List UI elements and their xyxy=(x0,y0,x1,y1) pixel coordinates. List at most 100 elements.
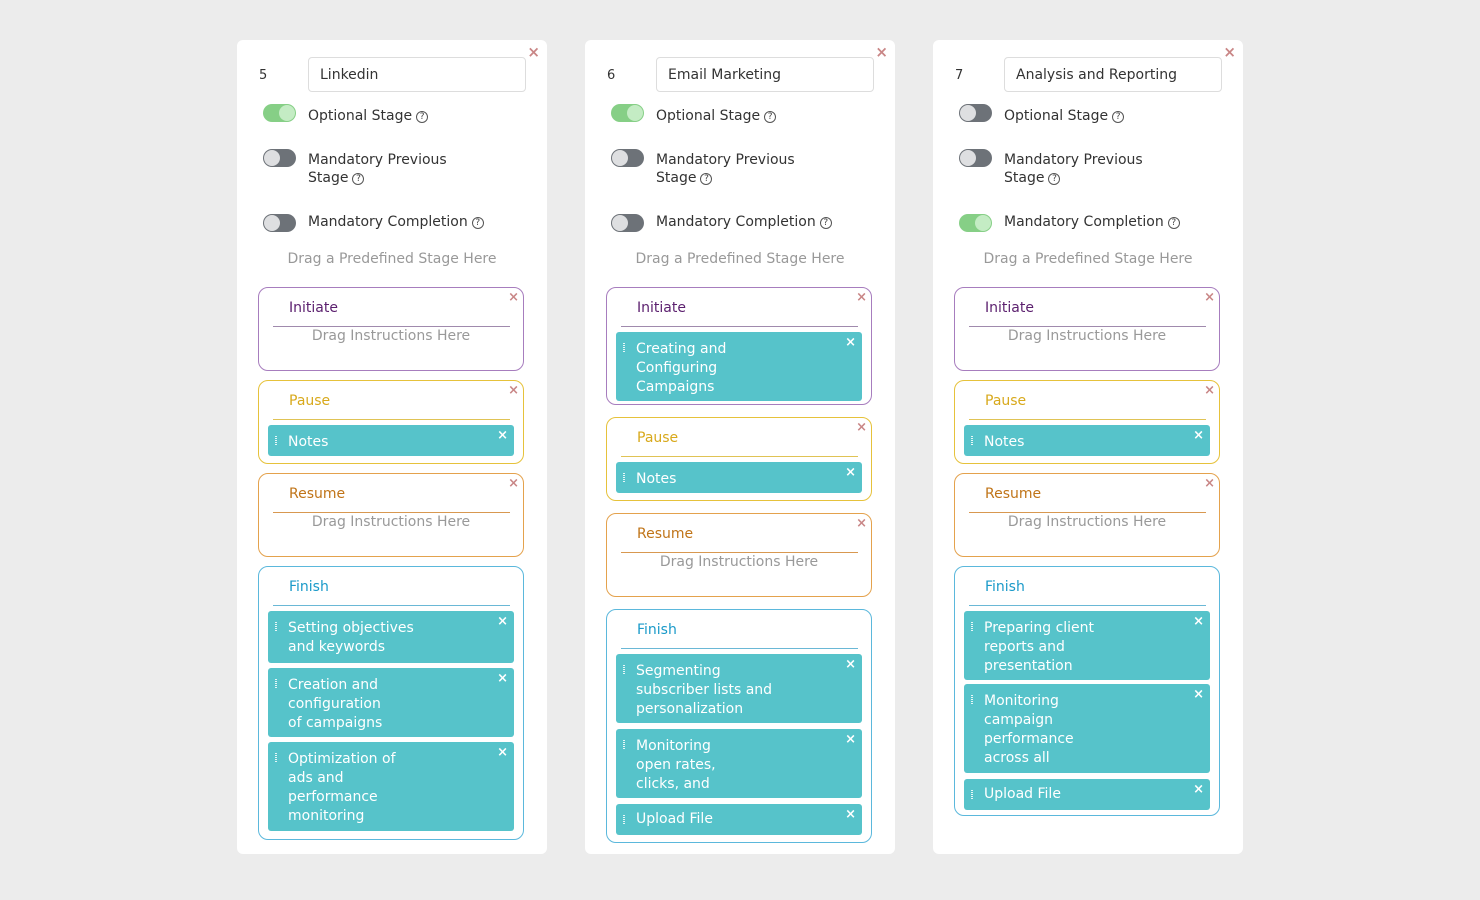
remove-stage-icon[interactable]: × xyxy=(508,477,519,491)
help-icon[interactable]: ? xyxy=(700,173,713,185)
stage-name-input[interactable] xyxy=(1004,57,1222,92)
help-icon[interactable]: ? xyxy=(352,173,365,185)
remove-instruction-icon[interactable]: × xyxy=(1193,429,1204,443)
remove-instruction-icon[interactable]: × xyxy=(845,808,856,822)
card-header: 6 xyxy=(585,56,895,92)
remove-instruction-icon[interactable]: × xyxy=(497,746,508,760)
remove-stage-icon[interactable]: × xyxy=(856,517,867,531)
remove-stage-icon[interactable]: × xyxy=(856,291,867,305)
remove-instruction-icon[interactable]: × xyxy=(497,672,508,686)
drag-handle-icon[interactable] xyxy=(971,622,973,631)
remove-stage-icon[interactable]: × xyxy=(1204,291,1215,305)
drag-handle-icon[interactable] xyxy=(971,436,973,445)
remove-stage-icon[interactable]: × xyxy=(508,384,519,398)
help-icon[interactable]: ? xyxy=(819,217,832,229)
instruction-item[interactable]: Monitoring open rates, clicks, and × xyxy=(616,729,862,798)
mandatory-previous-toggle[interactable] xyxy=(611,149,644,167)
stage-title: Pause xyxy=(637,430,679,446)
instruction-drop-zone[interactable]: Drag Instructions Here xyxy=(955,328,1219,344)
instruction-drop-zone[interactable]: Drag Instructions Here xyxy=(259,328,523,344)
drag-handle-icon[interactable] xyxy=(623,740,625,749)
instruction-item[interactable]: Upload File × xyxy=(616,804,862,835)
instruction-item[interactable]: Creating and Configuring Campaigns × xyxy=(616,332,862,401)
remove-instruction-icon[interactable]: × xyxy=(845,658,856,672)
mandatory-completion-toggle[interactable] xyxy=(611,214,644,232)
help-icon[interactable]: ? xyxy=(1048,173,1061,185)
remove-stage-icon[interactable]: × xyxy=(1204,477,1215,491)
toggle-knob xyxy=(279,105,295,121)
help-icon[interactable]: ? xyxy=(416,111,429,123)
optional-stage-toggle[interactable] xyxy=(263,104,296,122)
instruction-item[interactable]: Preparing client reports and presentatio… xyxy=(964,611,1210,680)
help-icon[interactable]: ? xyxy=(471,217,484,229)
remove-stage-icon[interactable]: × xyxy=(856,421,867,435)
drag-handle-icon[interactable] xyxy=(623,343,625,352)
instruction-label: Notes xyxy=(288,434,329,450)
divider xyxy=(621,326,858,327)
instruction-label: Setting objectives and keywords xyxy=(288,620,414,655)
remove-instruction-icon[interactable]: × xyxy=(845,336,856,350)
divider xyxy=(273,512,510,513)
instruction-drop-zone[interactable]: Drag Instructions Here xyxy=(607,554,871,570)
stage-name-input[interactable] xyxy=(656,57,874,92)
instruction-item[interactable]: Segmenting subscriber lists and personal… xyxy=(616,654,862,723)
drag-handle-icon[interactable] xyxy=(275,436,277,445)
toggle-knob xyxy=(627,105,643,121)
drag-handle-icon[interactable] xyxy=(623,473,625,482)
remove-stage-icon[interactable]: × xyxy=(1204,384,1215,398)
drag-handle-icon[interactable] xyxy=(623,815,625,824)
stage-drop-zone[interactable]: Drag a Predefined Stage Here xyxy=(237,251,547,267)
mandatory-previous-toggle[interactable] xyxy=(263,149,296,167)
optional-stage-toggle[interactable] xyxy=(611,104,644,122)
drag-handle-icon[interactable] xyxy=(971,695,973,704)
drag-handle-icon[interactable] xyxy=(275,622,277,631)
initiate-stage: × Initiate Drag Instructions Here xyxy=(954,287,1220,371)
stage-title: Resume xyxy=(985,486,1042,502)
help-icon[interactable]: ? xyxy=(764,111,777,123)
instruction-item[interactable]: Monitoring campaign performance across a… xyxy=(964,684,1210,773)
mandatory-previous-label: Mandatory Previous Stage? xyxy=(1004,152,1143,186)
drag-handle-icon[interactable] xyxy=(275,753,277,762)
remove-instruction-icon[interactable]: × xyxy=(1193,783,1204,797)
remove-instruction-icon[interactable]: × xyxy=(1193,688,1204,702)
mandatory-previous-toggle[interactable] xyxy=(959,149,992,167)
remove-instruction-icon[interactable]: × xyxy=(845,733,856,747)
instruction-item[interactable]: Notes × xyxy=(268,425,514,456)
help-icon[interactable]: ? xyxy=(1112,111,1125,123)
divider xyxy=(273,326,510,327)
instruction-drop-zone[interactable]: Drag Instructions Here xyxy=(955,514,1219,530)
stage-name-input[interactable] xyxy=(308,57,526,92)
toggle-knob xyxy=(975,215,991,231)
stage-drop-zone[interactable]: Drag a Predefined Stage Here xyxy=(933,251,1243,267)
instruction-item[interactable]: Notes × xyxy=(964,425,1210,456)
instruction-drop-zone[interactable]: Drag Instructions Here xyxy=(259,514,523,530)
remove-stage-icon[interactable]: × xyxy=(508,291,519,305)
help-icon[interactable]: ? xyxy=(1167,217,1180,229)
finish-stage: Finish Preparing client reports and pres… xyxy=(954,566,1220,816)
card-number: 6 xyxy=(607,68,616,83)
remove-instruction-icon[interactable]: × xyxy=(1193,615,1204,629)
optional-stage-toggle[interactable] xyxy=(959,104,992,122)
stage-title: Initiate xyxy=(289,300,338,316)
remove-instruction-icon[interactable]: × xyxy=(497,615,508,629)
instruction-item[interactable]: Optimization of ads and performance moni… xyxy=(268,742,514,831)
drag-handle-icon[interactable] xyxy=(623,665,625,674)
instruction-item[interactable]: Upload File × xyxy=(964,779,1210,810)
stage-title: Pause xyxy=(289,393,331,409)
drag-handle-icon[interactable] xyxy=(971,790,973,799)
instruction-item[interactable]: Setting objectives and keywords × xyxy=(268,611,514,663)
remove-instruction-icon[interactable]: × xyxy=(845,466,856,480)
stage-title: Initiate xyxy=(985,300,1034,316)
stage-card: × 5 Optional Stage? Mandatory PreviousSt… xyxy=(237,40,547,854)
mandatory-completion-toggle[interactable] xyxy=(959,214,992,232)
drag-handle-icon[interactable] xyxy=(275,679,277,688)
card-number: 7 xyxy=(955,68,964,83)
stage-drop-zone[interactable]: Drag a Predefined Stage Here xyxy=(585,251,895,267)
instruction-item[interactable]: Creation and configuration of campaigns … xyxy=(268,668,514,737)
mandatory-completion-toggle[interactable] xyxy=(263,214,296,232)
toggle-knob xyxy=(612,150,628,166)
card-number: 5 xyxy=(259,68,268,83)
instruction-label: Upload File xyxy=(984,786,1061,802)
remove-instruction-icon[interactable]: × xyxy=(497,429,508,443)
instruction-item[interactable]: Notes × xyxy=(616,462,862,493)
